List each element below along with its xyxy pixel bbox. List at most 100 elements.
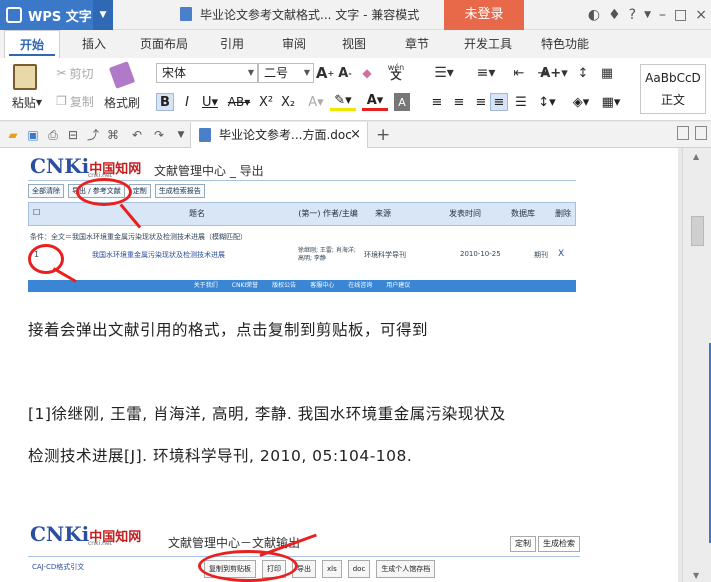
- document-tab[interactable]: 毕业论文参考...方面.doc ×: [190, 122, 368, 148]
- font-color-icon[interactable]: A▾: [362, 93, 388, 111]
- cnki-header-delete: 删除: [555, 209, 571, 218]
- minimize-icon[interactable]: –: [659, 7, 666, 23]
- skin-icon[interactable]: ◐: [588, 7, 600, 23]
- cnki-row-source: 环境科学导刊: [364, 251, 406, 259]
- cnki-footer-link: CNKI荣誉: [231, 282, 259, 289]
- italic-icon[interactable]: I: [178, 93, 196, 111]
- close-tab-icon[interactable]: ×: [350, 122, 361, 148]
- copy-button[interactable]: ❐ 复制: [50, 92, 100, 110]
- bullets-icon[interactable]: ☰▾: [424, 64, 464, 82]
- tab-developer[interactable]: 开发工具: [458, 30, 518, 58]
- chevron-down-icon[interactable]: ▼: [174, 128, 188, 142]
- tab-view[interactable]: 视图: [334, 30, 374, 58]
- borders-icon[interactable]: ▦▾: [598, 93, 624, 111]
- cnki-save-personal-button: 生成个人馆存档: [376, 560, 436, 578]
- paste-icon[interactable]: [8, 62, 42, 92]
- open-folder-icon[interactable]: ▰: [6, 128, 20, 142]
- cnki-footer-link: 用户建议: [386, 282, 411, 289]
- text-outline-icon[interactable]: A▾: [304, 93, 328, 111]
- cnki-right-buttons: 定制 生成检索: [510, 536, 580, 552]
- cut-button[interactable]: ✂ 剪切: [50, 64, 100, 82]
- format-painter-icon[interactable]: [104, 61, 140, 89]
- scroll-up-icon[interactable]: ▲: [693, 152, 699, 161]
- restore-window-icon[interactable]: [677, 126, 689, 140]
- vertical-scrollbar[interactable]: ▲ ▼: [682, 148, 711, 582]
- align-center-icon[interactable]: ≡: [450, 93, 468, 111]
- align-right-icon[interactable]: ≡: [472, 93, 490, 111]
- justify-icon[interactable]: ≡: [490, 93, 508, 111]
- chevron-down-icon[interactable]: ▼: [644, 10, 651, 20]
- cnki-report-button: 生成检索: [538, 536, 580, 552]
- tab-features[interactable]: 特色功能: [534, 30, 596, 58]
- font-name-select[interactable]: 宋体 ▼: [156, 63, 258, 83]
- numbering-icon[interactable]: ≡▾: [466, 64, 506, 82]
- bold-icon[interactable]: B: [156, 93, 174, 111]
- tab-sections[interactable]: 章节: [397, 30, 437, 58]
- cnki-footer-link: 在线咨询: [348, 282, 373, 289]
- undo-icon[interactable]: ↶: [130, 128, 144, 142]
- title-bar: WPS 文字 ▼ 毕业论文参考文献格式... 文字 - 兼容模式 未登录 ◐ ♦…: [0, 0, 711, 30]
- decrease-indent-icon[interactable]: ⇤: [508, 64, 530, 82]
- cnki-result-row: 1 我国水环境重金属污染现状及检测技术进展 徐继刚; 王雷; 肖海洋; 高明; …: [28, 247, 576, 270]
- paste-button[interactable]: 粘贴 ▼: [6, 94, 48, 110]
- cnki-footer: 关于我们 CNKI荣誉 版权公告 客服中心 在线咨询 用户建议: [28, 280, 576, 292]
- distribute-icon[interactable]: ☰: [512, 93, 530, 111]
- cnki-export-screenshot: CNKi中国知网 cnki.net 文献管理中心 _ 导出 全部清除 导出 / …: [28, 152, 576, 297]
- document-icon: [199, 128, 211, 142]
- format-painter-button[interactable]: 格式刷: [100, 94, 144, 110]
- underline-icon[interactable]: U▾: [198, 93, 222, 111]
- shirt-icon[interactable]: ♦: [608, 7, 621, 23]
- tab-review[interactable]: 审阅: [274, 30, 314, 58]
- strikethrough-icon[interactable]: AB▾: [224, 93, 254, 111]
- split-window-icon[interactable]: [695, 126, 707, 140]
- chevron-down-icon[interactable]: ▼: [93, 0, 113, 30]
- scroll-down-icon[interactable]: ▼: [693, 571, 699, 580]
- export-pdf-icon[interactable]: ⤴: [86, 128, 100, 142]
- subscript-icon[interactable]: X₂: [278, 93, 298, 111]
- paragraph-citation-line2: 检测技术进展[J]. 环境科学导刊, 2010, 05:104-108.: [28, 447, 413, 465]
- style-preview-sample: AaBbCcD: [645, 71, 701, 85]
- app-name: WPS 文字: [28, 9, 92, 25]
- clear-format-icon[interactable]: ◆: [358, 64, 376, 82]
- new-tab-icon[interactable]: +: [376, 122, 390, 148]
- copy-icon: ❐: [56, 94, 67, 108]
- paragraph-citation-line1: [1]徐继刚, 王雷, 肖海洋, 高明, 李静. 我国水环境重金属污染现状及: [28, 405, 506, 423]
- shading-icon[interactable]: ◈▾: [566, 93, 596, 111]
- maximize-icon[interactable]: □: [674, 7, 687, 23]
- print-icon[interactable]: ⎙: [46, 128, 60, 142]
- spellcheck-icon[interactable]: ⌘: [106, 128, 120, 142]
- window-controls: ◐ ♦ ? ▼ – □ ×: [588, 0, 707, 30]
- save-icon[interactable]: ▣: [26, 128, 40, 142]
- align-left-icon[interactable]: ≡: [428, 93, 446, 111]
- font-shrink-icon[interactable]: A-: [336, 64, 354, 82]
- highlight-icon[interactable]: ✎▾: [330, 93, 356, 111]
- phonetic-guide-icon[interactable]: wén 文: [382, 62, 410, 82]
- cnki-output-screenshot: CNKi中国知网 cnki.net 文献管理中心－文献输出 定制 生成检索 CA…: [28, 520, 580, 582]
- style-preview-name: 正文: [660, 93, 685, 107]
- table-grid-icon[interactable]: ▦: [596, 64, 618, 82]
- tab-references[interactable]: 引用: [212, 30, 252, 58]
- font-size-select[interactable]: 二号 ▼: [258, 63, 314, 83]
- char-shading-icon[interactable]: A: [394, 93, 410, 111]
- style-preview[interactable]: AaBbCcD 正文: [640, 64, 706, 114]
- superscript-icon[interactable]: X²: [256, 93, 276, 111]
- print-preview-icon[interactable]: ⊟: [66, 128, 80, 142]
- tab-home[interactable]: 开始: [4, 30, 60, 58]
- tab-page-layout[interactable]: 页面布局: [132, 30, 196, 58]
- sort-icon[interactable]: ↕: [572, 64, 594, 82]
- help-icon[interactable]: ?: [629, 7, 636, 23]
- close-icon[interactable]: ×: [695, 7, 707, 23]
- tab-insert[interactable]: 插入: [72, 30, 116, 58]
- ribbon: 粘贴 ▼ ✂ 剪切 ❐ 复制 格式刷 宋体 ▼ 二号 ▼ A + A- ◆ wén 文 ☰▾ …: [0, 58, 711, 121]
- wps-menu-button[interactable]: WPS 文字 ▼: [0, 0, 113, 30]
- cnki-tab-clear: 全部清除: [28, 184, 64, 198]
- scroll-thumb[interactable]: [691, 216, 704, 246]
- font-grow-icon[interactable]: A +: [316, 64, 334, 82]
- login-button[interactable]: 未登录: [444, 0, 524, 30]
- text-effect-icon[interactable]: A+▾: [536, 64, 572, 82]
- document-page[interactable]: CNKi中国知网 cnki.net 文献管理中心 _ 导出 全部清除 导出 / …: [0, 148, 678, 582]
- line-spacing-icon[interactable]: ↕▾: [534, 93, 560, 111]
- redo-icon[interactable]: ↷: [152, 128, 166, 142]
- scissors-icon: ✂: [56, 66, 67, 80]
- cnki-footer-link: 版权公告: [272, 282, 297, 289]
